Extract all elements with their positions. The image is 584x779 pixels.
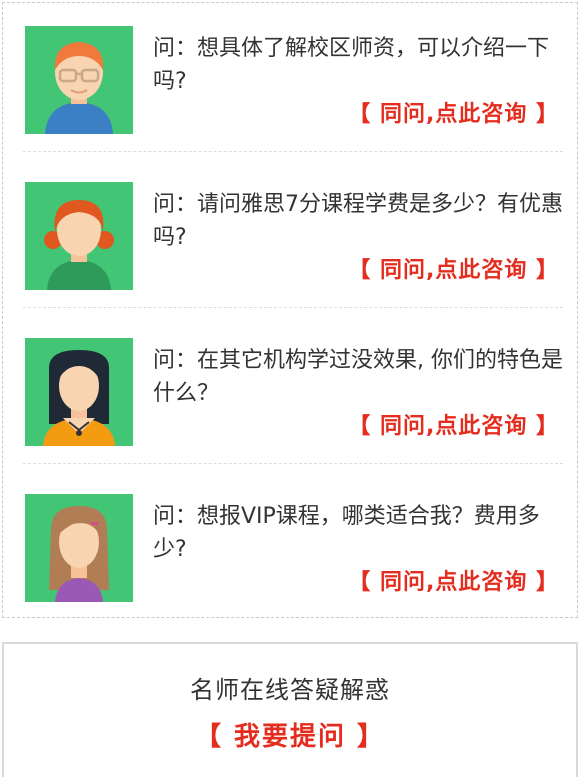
ask-section: 名师在线答疑解惑 【 我要提问 】: [2, 642, 578, 777]
divider: [23, 307, 563, 308]
divider: [23, 463, 563, 464]
consult-button[interactable]: 【 同问,点此咨询 】: [348, 96, 559, 128]
consult-button[interactable]: 【 同问,点此咨询 】: [348, 564, 559, 596]
question-text: 问：想报VIP课程，哪类适合我？费用多少?: [153, 504, 540, 562]
girl-red-hair-icon: [25, 182, 133, 290]
woman-black-hair-icon: [25, 338, 133, 446]
qa-item: 问：请问雅思7分课程学费是多少？有优惠吗? 【 同问,点此咨询 】: [25, 182, 565, 290]
boy-glasses-icon: [25, 26, 133, 134]
qa-item: 问：想具体了解校区师资，可以介绍一下吗? 【 同问,点此咨询 】: [25, 26, 565, 134]
ask-question-button[interactable]: 【 我要提问 】: [4, 716, 576, 753]
consult-button[interactable]: 【 同问,点此咨询 】: [348, 252, 559, 284]
qa-item: 问：在其它机构学过没效果, 你们的特色是什么？ 【 同问,点此咨询 】: [25, 338, 565, 446]
qa-item: 问：想报VIP课程，哪类适合我？费用多少? 【 同问,点此咨询 】: [25, 494, 565, 602]
qa-list: 问：想具体了解校区师资，可以介绍一下吗? 【 同问,点此咨询 】 问：请问雅思7…: [2, 2, 578, 618]
ask-title: 名师在线答疑解惑: [190, 676, 390, 704]
question-text: 问：想具体了解校区师资，可以介绍一下吗?: [153, 36, 550, 94]
consult-button[interactable]: 【 同问,点此咨询 】: [348, 408, 559, 440]
divider: [23, 151, 563, 152]
question-text: 问：请问雅思7分课程学费是多少？有优惠吗?: [153, 192, 563, 250]
girl-long-hair-icon: [25, 494, 133, 602]
question-text: 问：在其它机构学过没效果, 你们的特色是什么？: [153, 348, 563, 406]
